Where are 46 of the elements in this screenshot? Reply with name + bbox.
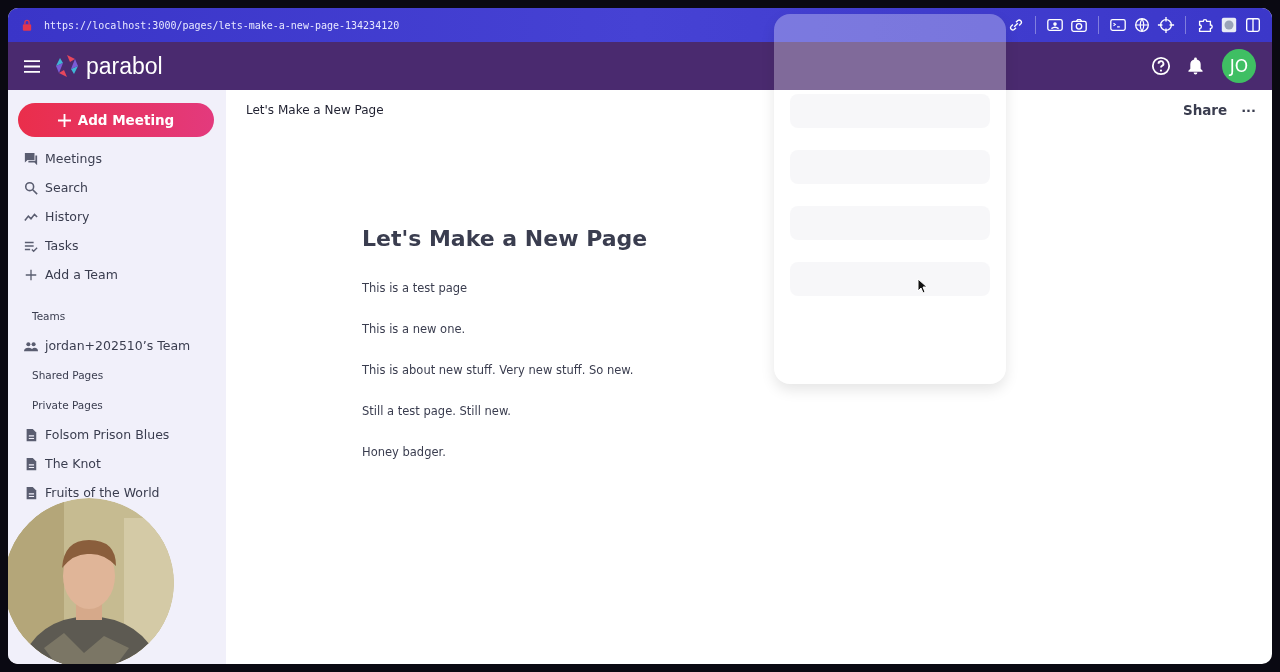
sidebar-item[interactable]: Meetings — [18, 144, 216, 173]
brand-name: parabol — [86, 52, 163, 80]
search-icon — [24, 180, 38, 195]
help-icon[interactable] — [1151, 56, 1171, 76]
paragraph: This is a new one. — [362, 322, 466, 336]
logo-icon — [54, 53, 80, 79]
paragraph: This is about new stuff. Very new stuff. So new. — [362, 363, 634, 377]
sidebar-item[interactable]: Search — [18, 173, 216, 202]
document-icon — [24, 485, 38, 500]
sidebar-item[interactable]: History — [18, 202, 216, 231]
more-button[interactable]: ··· — [1241, 102, 1256, 118]
document-icon — [24, 427, 38, 442]
sidebar-item[interactable]: Folsom Prison Blues — [18, 420, 216, 449]
extension-icon[interactable] — [1220, 16, 1238, 34]
sidebar-item[interactable]: Add a Team — [18, 260, 216, 289]
lock-icon — [22, 19, 32, 31]
puzzle-icon[interactable] — [1196, 16, 1214, 34]
crosshair-icon[interactable] — [1157, 16, 1175, 34]
paragraph: Still a test page. Still new. — [362, 404, 511, 418]
chat-icon — [24, 151, 38, 166]
cursor-icon — [917, 278, 927, 294]
sidebar-icon[interactable] — [1244, 16, 1262, 34]
section-heading: Private Pages — [31, 398, 104, 413]
terminal-icon[interactable] — [1109, 16, 1127, 34]
share-button[interactable]: Share — [1182, 102, 1228, 118]
camera-icon[interactable] — [1070, 16, 1088, 34]
plus-icon — [24, 267, 38, 282]
plus-icon — [57, 113, 71, 127]
page-title: Let's Make a New Page — [362, 226, 649, 251]
link-icon[interactable] — [1007, 16, 1025, 34]
paragraph: Honey badger. — [362, 445, 446, 459]
address-text[interactable]: https://localhost:3000/pages/lets-make-a-new-page-134234120 — [44, 19, 400, 31]
add-meeting-button[interactable]: Add Meeting — [18, 103, 214, 137]
sidebar-item[interactable]: jordan+202510’s Team — [18, 331, 216, 360]
sidebar-item[interactable]: Tasks — [18, 231, 216, 260]
document-icon — [24, 456, 38, 471]
bell-icon[interactable] — [1187, 56, 1204, 76]
section-heading: Teams — [31, 309, 67, 324]
paragraph: This is a test page — [362, 281, 468, 295]
sidebar-item[interactable]: The Knot — [18, 449, 216, 478]
section-heading: Shared Pages — [31, 368, 105, 383]
globe-icon[interactable] — [1133, 16, 1151, 34]
page-breadcrumb: Let's Make a New Page — [246, 103, 384, 117]
menu-icon[interactable] — [24, 59, 40, 73]
screen-icon[interactable] — [1046, 16, 1064, 34]
sidebar-item[interactable]: Fruits of the World — [18, 478, 216, 507]
